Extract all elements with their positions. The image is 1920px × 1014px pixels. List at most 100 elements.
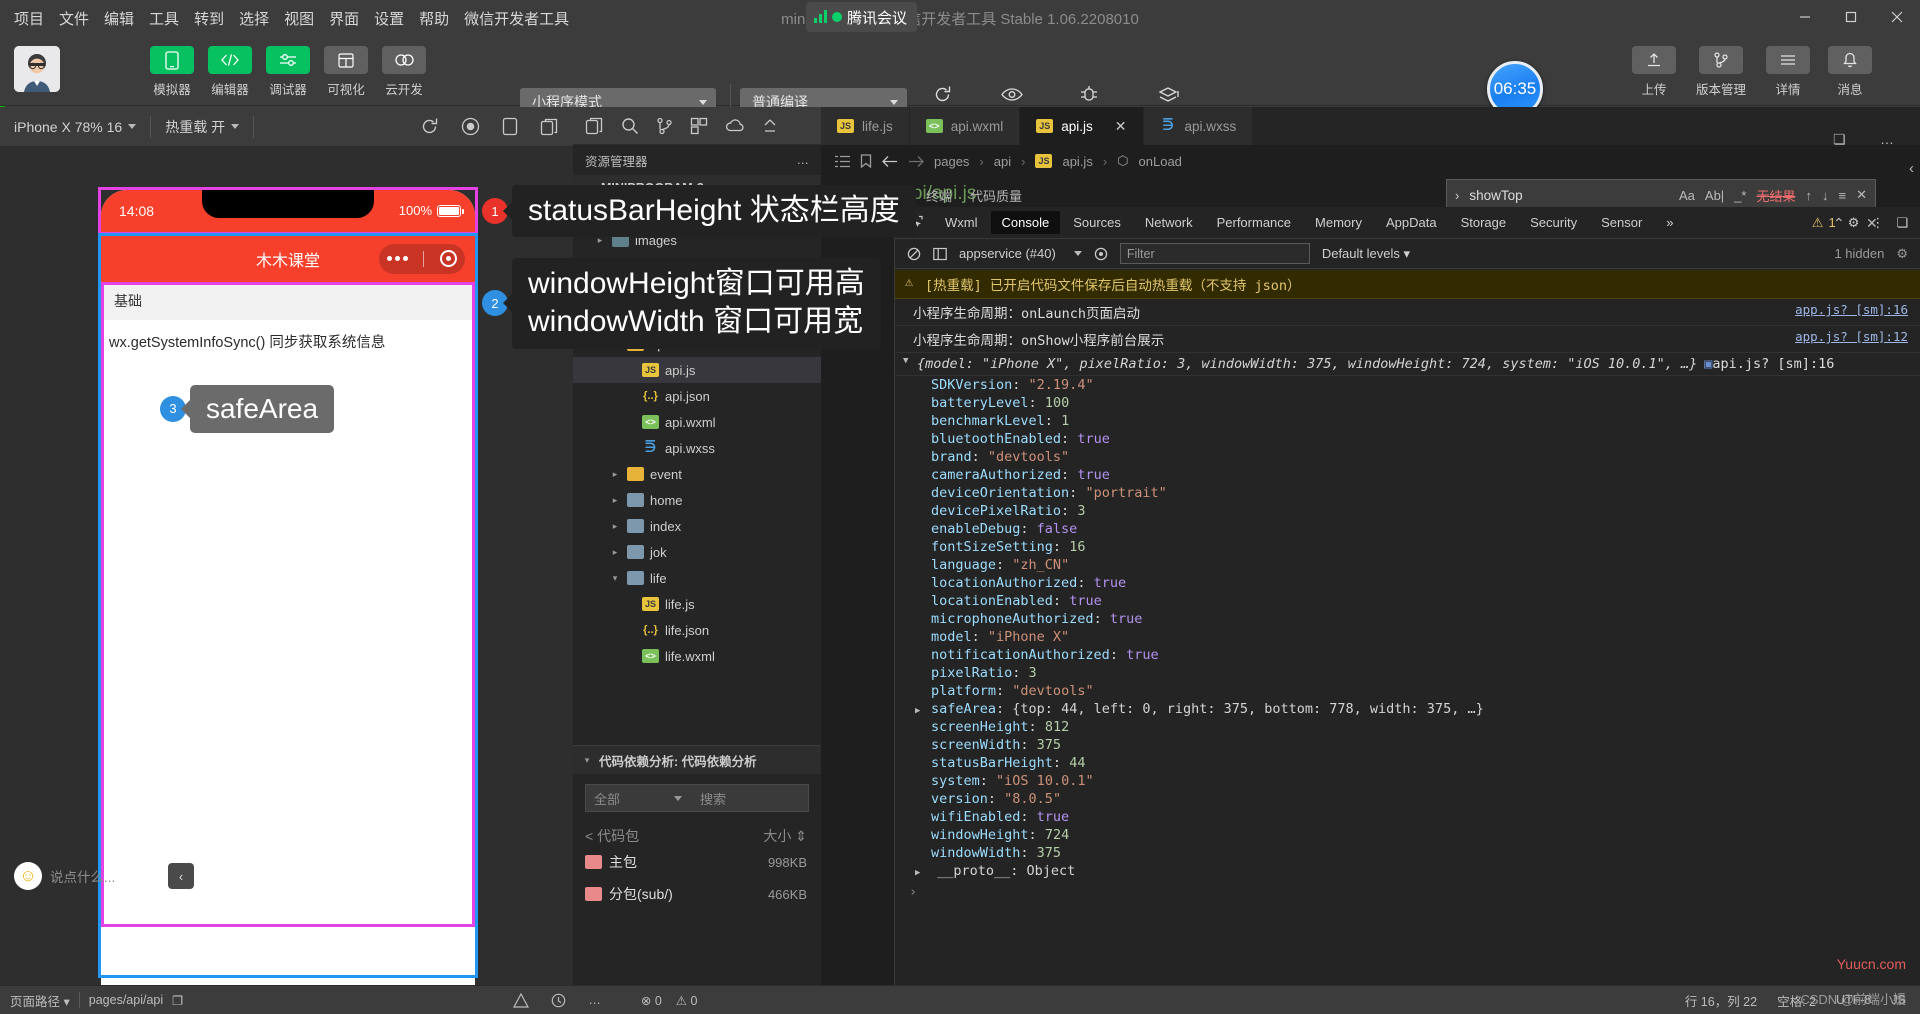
toolbar-button-upload[interactable]: 上传 [1630,46,1678,98]
info-icon[interactable]: ▣ [1704,356,1712,372]
expand-arrow-icon[interactable]: ▼ [903,356,917,372]
console-property-safeArea[interactable]: ▶ safeArea: {top: 44, left: 0, right: 375… [895,700,1920,718]
console-object-source[interactable]: api.js? [sm]:16 [1712,356,1834,372]
panel-close-icon[interactable]: ✕ [1866,215,1878,232]
sidebar-collapse-icon[interactable]: ‹ [1909,160,1914,177]
page-path-value[interactable]: pages/api/api [89,993,163,1007]
toolbar-button-cloud[interactable]: 云开发 [380,46,428,98]
menu-item-file[interactable]: 文件 [59,8,89,29]
search-icon[interactable] [621,117,639,135]
toolbar-button-editor[interactable]: 编辑器 [206,46,254,98]
tree-item-home[interactable]: ▸ home [573,487,821,513]
bug-icon[interactable] [513,992,530,1008]
console-log-source[interactable]: app.js? [sm]:16 [1795,302,1908,322]
analysis-search-input[interactable]: 搜索 [682,789,808,808]
breadcrumb-api[interactable]: api [994,154,1011,169]
cloud-storage-icon[interactable] [725,118,745,134]
menu-item-edit[interactable]: 编辑 [104,8,134,29]
tree-item-life-wxml[interactable]: <> life.wxml [573,643,821,669]
extensions-icon[interactable] [690,117,708,135]
devtools-tab-overflow[interactable]: » [1655,211,1684,234]
console-context-select[interactable]: appservice (#40) [959,246,1082,261]
page-path-label[interactable]: 页面路径 ▾ [10,991,70,1010]
clock-history-icon[interactable] [551,993,566,1008]
devtools-tab-memory[interactable]: Memory [1304,211,1373,234]
regex-icon[interactable]: _* [1734,188,1746,203]
analysis-row-main[interactable]: 主包 998KB [573,846,821,878]
sim-rotate-icon[interactable] [502,117,518,136]
explorer-more-icon[interactable]: … [797,153,810,167]
menu-item-view[interactable]: 视图 [284,8,314,29]
toolbar-button-debugger[interactable]: 调试器 [264,46,312,98]
sim-copy-icon[interactable] [540,118,559,136]
twisty-icon[interactable]: ▸ [609,521,621,532]
devtools-tab-wxml[interactable]: Wxml [934,211,989,234]
devtools-tab-console[interactable]: Console [990,211,1061,234]
menu-item-help[interactable]: 帮助 [419,8,449,29]
source-control-icon[interactable] [656,117,673,135]
menu-item-project[interactable]: 项目 [14,8,44,29]
close-button[interactable] [1874,0,1920,34]
editor-more-icon[interactable]: … [1880,131,1894,147]
console-filter-input[interactable]: Filter [1119,243,1310,264]
editor-tab-api-wxss[interactable]: ⋽ api.wxss [1143,107,1254,145]
tree-item-life[interactable]: ▾ life [573,565,821,591]
wechat-capsule[interactable] [379,243,465,274]
hot-reload-select[interactable]: 热重载 开 [151,117,253,137]
find-next-icon[interactable]: ↓ [1822,188,1829,203]
forward-icon[interactable] [908,155,924,168]
back-icon[interactable] [882,155,898,168]
analysis-row-sub[interactable]: 分包(sub/) 466KB [573,878,821,910]
devtools-tab-performance[interactable]: Performance [1206,211,1302,234]
editor-split-icon[interactable]: ❏ [1833,131,1846,148]
toolbar-button-messages[interactable]: 消息 [1826,46,1874,98]
editor-tab-api-js[interactable]: JS api.js ✕ [1020,107,1144,145]
maximize-button[interactable] [1828,0,1874,34]
breadcrumb-symbol[interactable]: onLoad [1139,154,1182,169]
close-icon[interactable]: ✕ [1115,118,1127,135]
whole-word-icon[interactable]: Ab| [1705,188,1724,203]
device-select[interactable]: iPhone X 78% 16 [0,119,150,135]
console-levels-select[interactable]: Default levels ▾ [1322,246,1410,262]
devtools-tab-storage[interactable]: Storage [1450,211,1518,234]
expand-arrow-icon[interactable]: ▶ [915,868,929,878]
analysis-col-package[interactable]: < 代码包 [585,826,639,846]
editor-tab-api-wxml[interactable]: <> api.wxml [909,107,1021,145]
emoji-icon[interactable]: ☺ [14,862,42,890]
cursor-position[interactable]: 行 16，列 22 [1685,991,1757,1010]
tree-item-life-json[interactable]: {..} life.json [573,617,821,643]
error-count[interactable]: ⊗ 0 [641,993,662,1008]
menu-item-goto[interactable]: 转到 [194,8,224,29]
devtools-dock-icon[interactable]: ❏ [1896,215,1908,231]
copy-path-icon[interactable]: ❐ [172,993,183,1008]
devtools-tab-sensor[interactable]: Sensor [1590,211,1653,234]
twisty-icon[interactable]: ▸ [609,547,621,558]
twisty-icon[interactable]: ▸ [609,469,621,480]
toolbar-button-version[interactable]: 版本管理 [1692,46,1750,98]
outline-icon[interactable] [835,155,850,168]
toolbar-button-visualize[interactable]: 可视化 [322,46,370,98]
console-proto-row[interactable]: ▶ __proto__: Object [895,862,1920,880]
minimize-button[interactable] [1782,0,1828,34]
console-object-header[interactable]: ▼ {model: "iPhone X", pixelRatio: 3, win… [895,353,1920,376]
console-sidebar-icon[interactable] [933,247,947,261]
twisty-icon[interactable]: ▾ [609,573,621,584]
analysis-filter-select[interactable]: 全部 [586,789,664,808]
sub-tab-code-quality[interactable]: 代码质量 [970,186,1022,205]
sim-record-icon[interactable] [461,117,480,136]
tree-item-index[interactable]: ▸ index [573,513,821,539]
expand-arrow-icon[interactable]: ▶ [915,706,929,716]
breadcrumb-file[interactable]: api.js [1062,154,1092,169]
status-more-icon[interactable]: … [588,993,601,1007]
menu-item-interface[interactable]: 界面 [329,8,359,29]
devtools-tab-network[interactable]: Network [1134,211,1204,234]
devtools-settings-icon[interactable]: ⚙ [1848,215,1860,231]
chat-collapse-button[interactable]: ‹ [168,863,194,889]
console-preserve-log-icon[interactable] [1094,247,1108,261]
find-input[interactable]: showTop [1469,188,1669,203]
find-close-icon[interactable]: ✕ [1856,187,1867,203]
find-in-selection-icon[interactable]: ≡ [1839,188,1847,203]
find-prev-icon[interactable]: ↑ [1806,188,1813,203]
collapse-all-icon[interactable] [762,118,779,134]
sub-tab-terminal[interactable]: 终端 [926,186,952,205]
